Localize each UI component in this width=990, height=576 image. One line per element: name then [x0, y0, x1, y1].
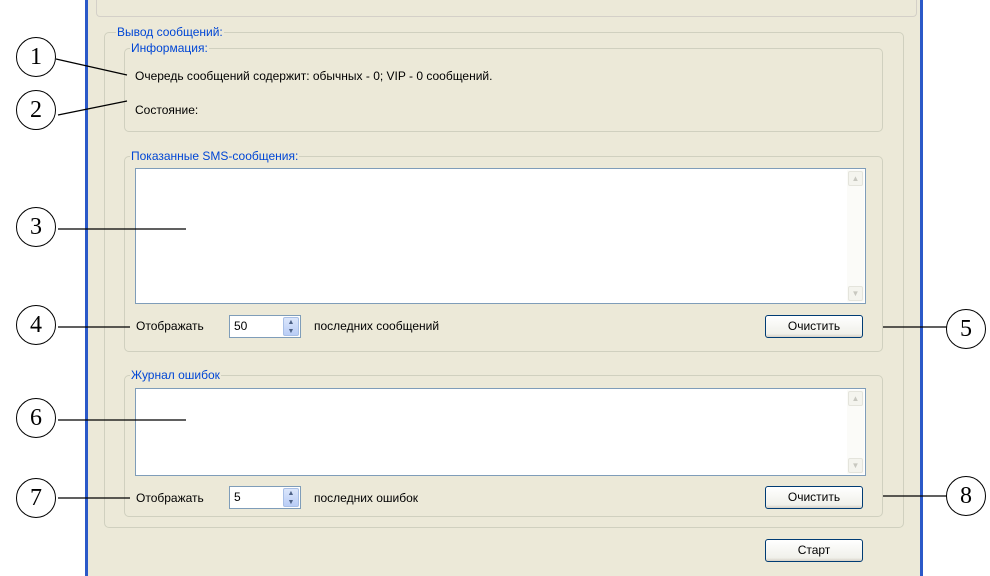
callout-8: 8 — [946, 476, 986, 516]
callout-4: 4 — [16, 305, 56, 345]
callout-2: 2 — [16, 90, 56, 130]
callout-3: 3 — [16, 207, 56, 247]
callout-6: 6 — [16, 398, 56, 438]
callout-7: 7 — [16, 478, 56, 518]
callout-leaders — [55, 58, 949, 499]
callout-5: 5 — [946, 309, 986, 349]
callout-1: 1 — [16, 37, 56, 77]
